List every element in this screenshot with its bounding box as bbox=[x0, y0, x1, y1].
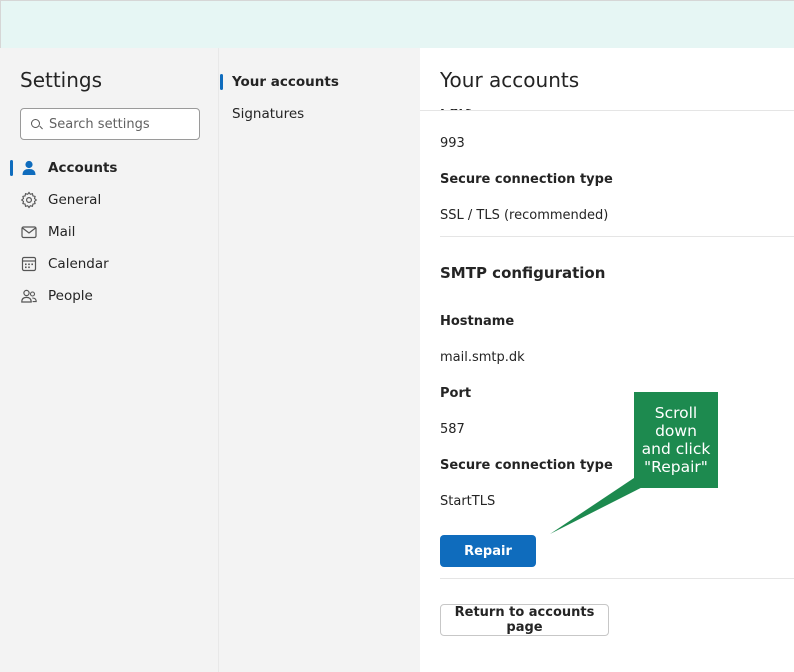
imap-secure-value: SSL / TLS (recommended) bbox=[440, 208, 609, 223]
nav-item-label: Calendar bbox=[48, 256, 109, 272]
search-placeholder: Search settings bbox=[49, 117, 150, 132]
imap-secure-label: Secure connection type bbox=[440, 172, 613, 187]
settings-nav: Accounts General Mail Calendar People bbox=[0, 152, 219, 312]
nav-item-accounts[interactable]: Accounts bbox=[0, 152, 219, 184]
smtp-port-value: 587 bbox=[440, 422, 465, 437]
repair-button[interactable]: Repair bbox=[440, 535, 536, 567]
subnav-item-signatures[interactable]: Signatures bbox=[219, 98, 420, 130]
top-bar bbox=[0, 0, 794, 48]
person-icon bbox=[20, 159, 38, 177]
section-divider bbox=[440, 236, 794, 237]
smtp-hostname-value: mail.smtp.dk bbox=[440, 350, 525, 365]
settings-title: Settings bbox=[20, 68, 103, 92]
instruction-callout: Scroll down and click "Repair" bbox=[634, 392, 718, 488]
title-divider bbox=[420, 110, 794, 111]
nav-item-mail[interactable]: Mail bbox=[0, 216, 219, 248]
search-icon bbox=[31, 119, 40, 128]
nav-item-label: General bbox=[48, 192, 102, 208]
smtp-hostname-label: Hostname bbox=[440, 314, 515, 329]
section-divider bbox=[440, 578, 794, 579]
return-to-accounts-button[interactable]: Return to accounts page bbox=[440, 604, 609, 636]
nav-item-people[interactable]: People bbox=[0, 280, 219, 312]
smtp-heading: SMTP configuration bbox=[440, 264, 606, 282]
nav-item-general[interactable]: General bbox=[0, 184, 219, 216]
nav-item-label: People bbox=[48, 288, 93, 304]
mail-icon bbox=[20, 223, 38, 241]
callout-line: "Repair" bbox=[644, 458, 708, 476]
smtp-port-label: Port bbox=[440, 386, 472, 401]
callout-line: down bbox=[655, 422, 697, 440]
smtp-secure-value: StartTLS bbox=[440, 494, 496, 509]
callout-line: Scroll bbox=[654, 404, 698, 422]
subnav-list: Your accounts Signatures bbox=[219, 66, 420, 130]
search-settings-input[interactable]: Search settings bbox=[20, 108, 200, 140]
people-icon bbox=[20, 287, 38, 305]
imap-port-label: Port bbox=[440, 100, 472, 115]
settings-sidebar: Settings Search settings Accounts Genera… bbox=[0, 48, 219, 672]
accounts-subnav: Your accounts Signatures bbox=[219, 48, 420, 672]
subnav-item-your-accounts[interactable]: Your accounts bbox=[219, 66, 420, 98]
smtp-secure-label: Secure connection type bbox=[440, 458, 613, 473]
imap-port-value: 993 bbox=[440, 136, 465, 151]
callout-line: and click bbox=[641, 440, 711, 458]
calendar-icon bbox=[20, 255, 38, 273]
nav-item-label: Accounts bbox=[48, 160, 118, 176]
accounts-panel: Port Your accounts 993 Secure connection… bbox=[420, 48, 794, 672]
gear-icon bbox=[20, 191, 38, 209]
nav-item-calendar[interactable]: Calendar bbox=[0, 248, 219, 280]
nav-item-label: Mail bbox=[48, 224, 76, 240]
panel-title: Your accounts bbox=[440, 68, 580, 92]
